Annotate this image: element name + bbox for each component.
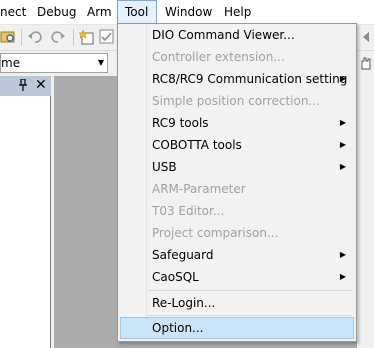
menu-item-re-login[interactable]: Re-Login... [120,292,354,314]
submenu-arrow-icon: ▶ [339,118,346,127]
submenu-arrow-icon: ▶ [339,162,346,171]
submenu-arrow-icon: ▶ [339,250,346,259]
combo-value: me [1,56,21,70]
panel-header: ✕ [0,76,52,96]
menu-item-cobotta-tools[interactable]: COBOTTA tools ▶ [120,134,354,156]
new-item-icon[interactable] [79,29,95,45]
menu-item-option[interactable]: Option... [120,317,354,339]
menu-arm[interactable]: Arm [87,0,112,24]
menu-item-label: Re-Login... [152,296,216,310]
menu-item-label: DIO Command Viewer... [152,28,295,42]
workspace-scrollbar[interactable] [357,50,374,348]
close-icon[interactable]: ✕ [35,77,47,93]
panel-splitter[interactable] [51,76,54,348]
menu-item-caosql[interactable]: CaoSQL ▶ [120,266,354,288]
hand-icon[interactable] [358,55,374,71]
menu-item-dio-command-viewer[interactable]: DIO Command Viewer... [120,24,354,46]
tool-menu-dropdown: DIO Command Viewer... Controller extensi… [117,23,357,342]
pin-icon[interactable] [18,78,28,94]
menu-separator [148,290,352,291]
menu-item-label: CaoSQL [152,270,199,284]
menu-debug[interactable]: Debug [37,0,76,24]
menu-item-label: T03 Editor... [152,204,225,218]
menu-separator [148,315,352,316]
robot-select-combo[interactable]: me ▼ [0,53,108,73]
menu-item-label: ARM-Parameter [152,182,246,196]
menu-item-rc8-rc9-communication-setting[interactable]: RC8/RC9 Communication setting ▶ [120,68,354,90]
menu-item-simple-position-correction: Simple position correction... [120,90,354,112]
menu-item-controller-extension: Controller extension... [120,46,354,68]
menu-item-label: Option... [152,321,204,335]
menu-bar: nect Debug Arm Tool Window Help [0,0,374,25]
menu-connect[interactable]: nect [0,0,26,24]
menu-item-rc9-tools[interactable]: RC9 tools ▶ [120,112,354,134]
menu-item-label: Project comparison... [152,226,279,240]
arrow-left-icon[interactable] [358,29,374,45]
menu-tool[interactable]: Tool [117,0,157,24]
menu-window[interactable]: Window [165,0,212,24]
menu-item-label: RC9 tools [152,116,209,130]
toolbar-separator [21,29,22,46]
menu-item-safeguard[interactable]: Safeguard ▶ [120,244,354,266]
menu-item-usb[interactable]: USB ▶ [120,156,354,178]
undo-icon[interactable] [27,29,43,45]
panel-content [0,96,51,348]
menu-item-arm-parameter: ARM-Parameter [120,178,354,200]
menu-item-label: Controller extension... [152,50,285,64]
submenu-arrow-icon: ▶ [339,272,346,281]
menu-item-label: COBOTTA tools [152,138,242,152]
menu-item-t03-editor: T03 Editor... [120,200,354,222]
menu-item-label: RC8/RC9 Communication setting [152,72,348,86]
check-icon[interactable] [99,29,115,45]
open-icon[interactable] [0,29,16,45]
menu-item-label: Safeguard [152,248,214,262]
menu-item-project-comparison: Project comparison... [120,222,354,244]
toolbar-separator [73,29,74,46]
redo-icon[interactable] [50,29,66,45]
menu-item-label: Simple position correction... [152,94,320,108]
chevron-down-icon[interactable]: ▼ [98,54,104,72]
menu-help[interactable]: Help [224,0,251,24]
menu-item-label: USB [152,160,177,174]
submenu-arrow-icon: ▶ [339,74,346,83]
submenu-arrow-icon: ▶ [339,140,346,149]
